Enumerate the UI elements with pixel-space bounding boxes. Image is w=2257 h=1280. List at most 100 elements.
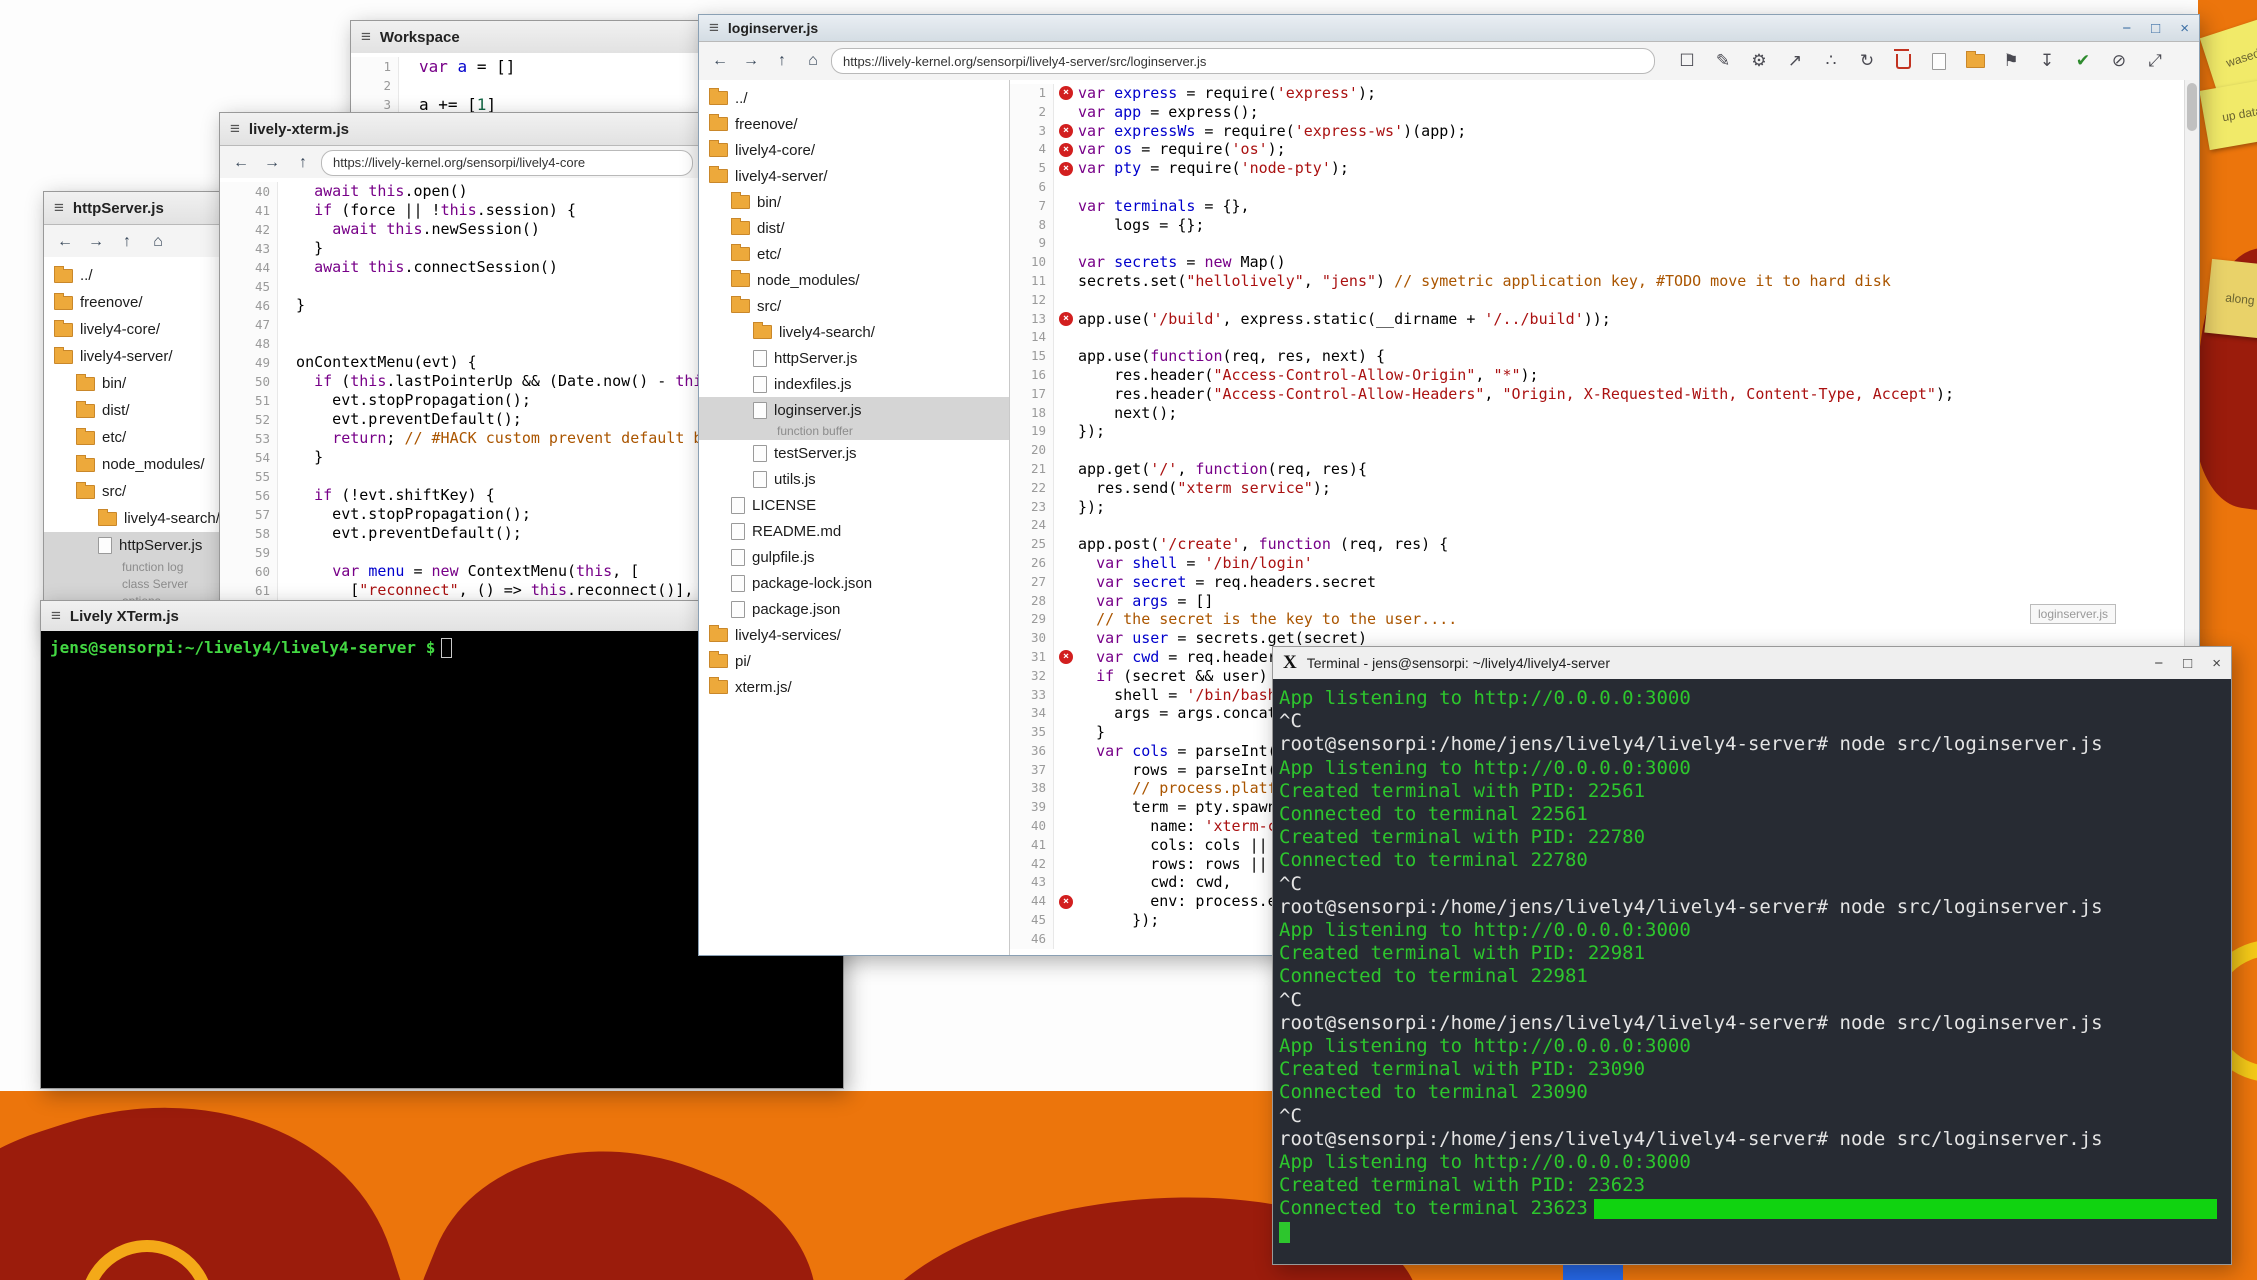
error-marker-icon: ×: [1059, 143, 1073, 157]
tree-item[interactable]: README.md: [699, 518, 1009, 544]
tree-item[interactable]: gulpfile.js: [699, 544, 1009, 570]
sync-button[interactable]: ↻: [1854, 48, 1880, 74]
settings-button[interactable]: ⚙: [1746, 48, 1772, 74]
terminal-line: Connected to terminal 22981: [1279, 965, 2225, 988]
tree-item[interactable]: lively4-services/: [699, 622, 1009, 648]
menu-icon[interactable]: ≡: [54, 198, 64, 218]
back-button[interactable]: ←: [707, 48, 733, 74]
close-button[interactable]: ×: [2212, 655, 2221, 672]
xterm-code-titlebar[interactable]: ≡ lively-xterm.js: [220, 113, 701, 146]
home-button[interactable]: ⌂: [800, 48, 826, 74]
tree-item[interactable]: indexfiles.js: [699, 371, 1009, 397]
error-marker-icon: ×: [1059, 895, 1073, 909]
open-external-button[interactable]: ↗: [1782, 48, 1808, 74]
fullscreen-button[interactable]: ⤢: [2142, 48, 2168, 74]
terminal-line: Connected to terminal 23623: [1279, 1197, 2225, 1220]
terminal-line: ^C: [1279, 710, 2225, 733]
menu-icon[interactable]: ≡: [230, 119, 240, 139]
workspace-titlebar[interactable]: ≡ Workspace: [351, 21, 703, 54]
close-button[interactable]: ×: [2180, 20, 2189, 37]
accept-button[interactable]: ✔: [2070, 48, 2096, 74]
sticky-note[interactable]: along: [2204, 259, 2257, 339]
tree-item[interactable]: package-lock.json: [699, 570, 1009, 596]
tree-item-label: bin/: [102, 375, 126, 392]
save-button[interactable]: ↧: [2034, 48, 2060, 74]
dependencies-button[interactable]: ∴: [1818, 48, 1844, 74]
menu-icon[interactable]: ≡: [709, 18, 719, 38]
tree-item[interactable]: loginserver.js: [699, 397, 1009, 423]
tree-item[interactable]: bin/: [699, 189, 1009, 215]
terminal-text: Connected to terminal 22981: [1279, 965, 1588, 988]
tree-item[interactable]: lively4-search/: [699, 319, 1009, 345]
line-number: 1: [351, 57, 399, 76]
tree-item[interactable]: freenove/: [699, 111, 1009, 137]
tree-item[interactable]: dist/: [699, 215, 1009, 241]
new-folder-button[interactable]: [1962, 48, 1988, 74]
tree-item[interactable]: ../: [699, 85, 1009, 111]
code-line: 2: [351, 76, 703, 95]
tree-item[interactable]: src/: [699, 293, 1009, 319]
url-input[interactable]: [321, 150, 693, 176]
minimize-button[interactable]: −: [2122, 20, 2131, 37]
gutter: [1054, 723, 1078, 742]
up-button[interactable]: ↑: [290, 150, 316, 176]
up-button[interactable]: ↑: [114, 229, 140, 255]
url-input[interactable]: [831, 48, 1655, 74]
gutter: [1054, 253, 1078, 272]
gutter: [1054, 855, 1078, 874]
tree-item[interactable]: testServer.js: [699, 440, 1009, 466]
gutter: [1054, 366, 1078, 385]
folder-icon: [709, 628, 728, 642]
code-text: [278, 334, 287, 353]
code-editor[interactable]: 40 await this.open()41 if (force || !thi…: [220, 178, 701, 658]
terminal-output[interactable]: App listening to http://0.0.0.0:3000^Cro…: [1273, 679, 2231, 1264]
code-line: 56 if (!evt.shiftKey) {: [220, 486, 701, 505]
forward-button[interactable]: →: [259, 150, 285, 176]
code-line: 1×var express = require('express');: [1010, 84, 2185, 103]
tree-item[interactable]: pi/: [699, 648, 1009, 674]
tree-item[interactable]: lively4-core/: [699, 137, 1009, 163]
terminal-titlebar[interactable]: X Terminal - jens@sensorpi: ~/lively4/li…: [1273, 647, 2231, 680]
tree-item[interactable]: lively4-server/: [699, 163, 1009, 189]
gutter: [1054, 422, 1078, 441]
tree-item[interactable]: LICENSE: [699, 492, 1009, 518]
tree-item[interactable]: node_modules/: [699, 267, 1009, 293]
draw-button[interactable]: ✎: [1710, 48, 1736, 74]
tree-item-label: LICENSE: [752, 497, 816, 514]
home-button[interactable]: ⌂: [145, 229, 171, 255]
minimize-button[interactable]: −: [2154, 655, 2163, 672]
tree-item[interactable]: xterm.js/: [699, 674, 1009, 700]
maximize-button[interactable]: □: [2151, 20, 2160, 37]
bookmark-button[interactable]: ⚑: [1998, 48, 2024, 74]
forward-button[interactable]: →: [738, 48, 764, 74]
code-text: [1078, 328, 1087, 347]
terminal-text: App listening to http://0.0.0.0:3000: [1279, 757, 1691, 780]
cancel-button[interactable]: ⊘: [2106, 48, 2132, 74]
menu-icon[interactable]: ≡: [361, 27, 371, 47]
new-file-button[interactable]: [1926, 48, 1952, 74]
tree-item[interactable]: package.json: [699, 596, 1009, 622]
back-button[interactable]: ←: [52, 229, 78, 255]
sticky-note[interactable]: up data: [2199, 78, 2257, 150]
menu-icon[interactable]: ≡: [51, 606, 61, 626]
maximize-button[interactable]: □: [2183, 655, 2192, 672]
scrollbar-thumb[interactable]: [2187, 83, 2197, 131]
gutter: [1054, 798, 1078, 817]
tree-item[interactable]: utils.js: [699, 466, 1009, 492]
forward-button[interactable]: →: [83, 229, 109, 255]
tree-item-label: node_modules/: [102, 456, 205, 473]
line-number: 41: [1010, 836, 1054, 855]
select-checkbox[interactable]: ☐: [1674, 48, 1700, 74]
back-button[interactable]: ←: [228, 150, 254, 176]
delete-button[interactable]: [1890, 48, 1916, 74]
loginserver-titlebar[interactable]: ≡ loginserver.js −□×: [699, 15, 2199, 42]
code-line: 29 // the secret is the key to the user.…: [1010, 610, 2185, 629]
tree-item[interactable]: httpServer.js: [699, 345, 1009, 371]
tree-item-label: httpServer.js: [119, 537, 202, 554]
folder-icon: [76, 377, 95, 391]
selection-highlight: [1594, 1199, 2217, 1218]
gutter: [1054, 178, 1078, 197]
code-line: 60 var menu = new ContextMenu(this, [: [220, 562, 701, 581]
tree-item[interactable]: etc/: [699, 241, 1009, 267]
up-button[interactable]: ↑: [769, 48, 795, 74]
